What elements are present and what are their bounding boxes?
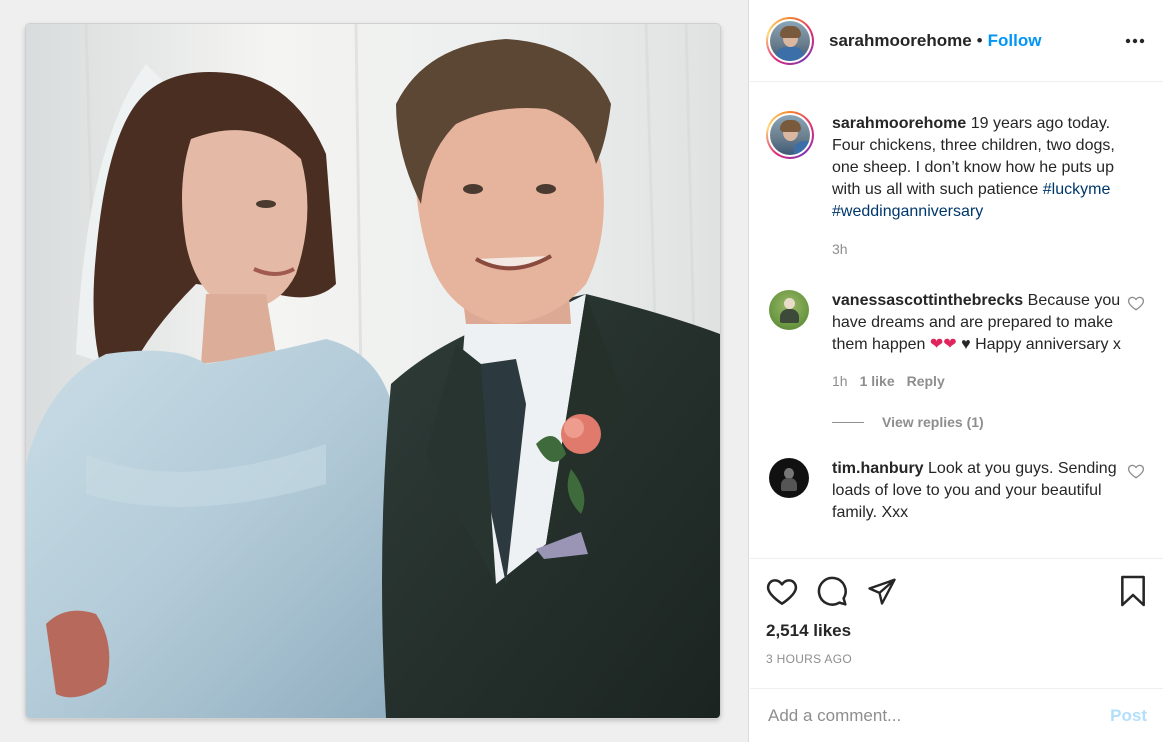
add-comment-bar: Post (750, 688, 1163, 742)
author-avatar[interactable] (766, 16, 814, 65)
post-time-ago: 3 HOURS AGO (766, 652, 852, 666)
share-icon[interactable] (866, 571, 906, 611)
comment-input[interactable] (768, 705, 1111, 726)
view-replies-label: View replies (1) (882, 414, 984, 430)
hashtag-weddinganniversary[interactable]: #weddinganniversary (832, 203, 983, 220)
caption-avatar[interactable] (766, 111, 814, 159)
caption-username[interactable]: sarahmoorehome (832, 115, 966, 132)
commenter-username[interactable]: vanessascottinthebrecks (832, 292, 1023, 309)
comment-item: tim.hanbury Look at you guys. Sending lo… (766, 458, 1147, 524)
heart-emoji: ❤ (943, 336, 957, 353)
replies-divider (832, 421, 864, 423)
reply-button[interactable]: Reply (907, 370, 945, 392)
heart-emoji: ❤ (929, 336, 944, 353)
comment-icon[interactable] (816, 571, 856, 611)
post-header: sarahmoorehome • Follow (750, 0, 1163, 82)
commenter-username[interactable]: tim.hanbury (832, 460, 924, 477)
caption-time: 3h (832, 241, 848, 257)
comment-text-end: Happy anniversary x (975, 336, 1121, 353)
more-icon[interactable] (1123, 29, 1147, 53)
heart-icon[interactable] (766, 571, 806, 611)
post-button[interactable]: Post (1110, 706, 1147, 726)
post-image-illustration (26, 24, 720, 718)
post-image[interactable] (26, 24, 720, 718)
small-heart: ♥ (961, 336, 971, 353)
commenter-avatar[interactable] (769, 290, 809, 330)
comment-item: vanessascottinthebrecks Because you have… (766, 290, 1147, 392)
commenter-avatar[interactable] (769, 458, 809, 498)
bookmark-icon[interactable] (1107, 571, 1147, 611)
separator-dot: • (976, 30, 983, 50)
follow-button[interactable]: Follow (988, 31, 1042, 51)
likes-count[interactable]: 2,514 likes (766, 621, 1147, 641)
photo-panel (0, 0, 749, 742)
view-replies-button[interactable]: View replies (1) (832, 414, 1147, 430)
like-comment-icon[interactable] (1127, 294, 1145, 312)
comment-time[interactable]: 1h (832, 370, 848, 392)
like-comment-icon[interactable] (1127, 462, 1145, 480)
comments-list[interactable]: sarahmoorehome 19 years ago today. Four … (750, 83, 1163, 558)
action-icons (766, 571, 1147, 611)
author-username[interactable]: sarahmoorehome (829, 31, 972, 51)
post-actions: 2,514 likes 3 HOURS AGO (750, 558, 1163, 688)
post-side-panel: sarahmoorehome • Follow sarahmoorehome 1… (750, 0, 1163, 742)
comment-likes[interactable]: 1 like (860, 370, 895, 392)
hashtag-luckyme[interactable]: #luckyme (1043, 181, 1111, 198)
caption: sarahmoorehome 19 years ago today. Four … (766, 111, 1147, 260)
